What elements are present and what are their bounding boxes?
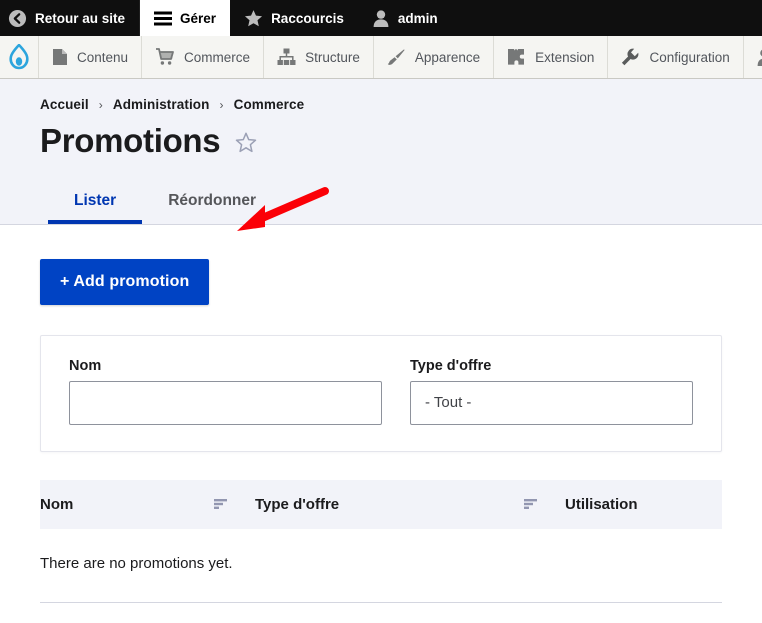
toolbar-item-label: Raccourcis: [271, 10, 344, 26]
toolbar-item-shortcuts[interactable]: Raccourcis: [230, 0, 358, 36]
puzzle-piece-icon: [507, 48, 526, 66]
admin-menu-item-contenu[interactable]: Contenu: [39, 36, 143, 78]
back-circle-icon: [8, 9, 27, 28]
admin-menu-item-structure[interactable]: Structure: [264, 36, 374, 78]
table-header-row: Nom Type d'offre Utilisation: [40, 479, 722, 529]
admin-menu-item-commerce[interactable]: Commerce: [142, 36, 265, 78]
breadcrumb: Accueil › Administration › Commerce: [40, 97, 722, 112]
column-header-type-doffre[interactable]: Type d'offre: [255, 480, 565, 529]
drupal-droplet-icon: [8, 44, 30, 70]
toolbar-item-manage[interactable]: Gérer: [140, 0, 231, 36]
admin-menu-item-label: Structure: [305, 49, 360, 65]
star-outline-icon[interactable]: [234, 126, 258, 155]
table-row-empty: There are no promotions yet.: [40, 528, 722, 603]
admin-menu-item-configuration[interactable]: Configuration: [608, 36, 744, 78]
admin-toolbar: Retour au site Gérer Raccourcis admin: [0, 0, 762, 36]
page-title: Promotions: [40, 122, 221, 159]
admin-menu-item-label: Contenu: [77, 49, 129, 65]
hamburger-icon: [154, 11, 173, 26]
column-header-label: Utilisation: [565, 495, 638, 513]
filter-field-name: Nom: [69, 358, 382, 425]
filter-offer-type-select[interactable]: - Tout -: [410, 380, 693, 425]
filter-offer-type-label: Type d'offre: [410, 357, 492, 374]
admin-menu-item-label: Apparence: [414, 49, 481, 65]
add-promotion-button[interactable]: + Add promotion: [40, 258, 210, 305]
sort-icon[interactable]: [524, 498, 537, 510]
admin-menu-item-label: Extension: [535, 49, 595, 65]
admin-menu-item-label: Commerce: [184, 49, 251, 65]
breadcrumb-separator: ›: [98, 97, 103, 112]
page-header: Accueil › Administration › Commerce Prom…: [0, 79, 762, 224]
table-body: There are no promotions yet.: [40, 528, 722, 603]
column-header-label: Nom: [40, 495, 74, 513]
breadcrumb-item-commerce[interactable]: Commerce: [234, 97, 305, 112]
breadcrumb-item-accueil[interactable]: Accueil: [40, 97, 89, 112]
filter-name-label: Nom: [69, 357, 102, 374]
toolbar-item-label: Gérer: [180, 10, 217, 26]
admin-menu-item-extension[interactable]: Extension: [494, 36, 609, 78]
people-icon: [757, 48, 762, 67]
shopping-cart-icon: [155, 48, 175, 66]
star-icon: [244, 9, 263, 28]
admin-menu-item-apparence[interactable]: Apparence: [374, 36, 495, 78]
toolbar-item-back-to-site[interactable]: Retour au site: [0, 0, 141, 36]
sitemap-icon: [277, 48, 296, 66]
admin-menu-bar: Contenu Commerce Structure Apparence Ext…: [0, 36, 762, 79]
filter-offer-type-value: - Tout -: [425, 394, 472, 412]
filter-name-input[interactable]: [69, 380, 382, 425]
tab-lister[interactable]: Lister: [48, 184, 143, 224]
breadcrumb-item-administration[interactable]: Administration: [113, 97, 210, 112]
tab-reordonner[interactable]: Réordonner: [142, 184, 282, 224]
page-tabs: Lister Réordonner: [40, 184, 722, 224]
drupal-logo[interactable]: [0, 36, 39, 78]
table-empty-message: There are no promotions yet.: [40, 528, 722, 603]
admin-menu-item-people[interactable]: [744, 36, 762, 78]
breadcrumb-separator: ›: [219, 97, 224, 112]
user-icon: [372, 9, 390, 28]
tab-label: Lister: [74, 191, 117, 209]
table-header: Nom Type d'offre Utilisation: [40, 479, 722, 529]
toolbar-item-label: admin: [397, 10, 438, 26]
tab-label: Réordonner: [168, 191, 257, 209]
sort-icon[interactable]: [214, 498, 227, 510]
toolbar-item-user-account[interactable]: admin: [358, 0, 452, 36]
action-row: + Add promotion: [40, 186, 722, 305]
filter-panel: Nom Type d'offre - Tout -: [40, 334, 722, 452]
column-header-nom[interactable]: Nom: [40, 480, 255, 529]
filter-field-offer-type: Type d'offre - Tout -: [410, 358, 693, 425]
title-row: Promotions: [40, 122, 722, 160]
column-header-utilisation: Utilisation: [565, 480, 722, 529]
toolbar-item-label: Retour au site: [35, 10, 126, 26]
main-content: + Add promotion Nom Type d'offre - Tout …: [0, 186, 762, 603]
column-header-label: Type d'offre: [255, 495, 340, 513]
paintbrush-icon: [387, 48, 406, 66]
document-icon: [52, 48, 68, 66]
wrench-icon: [621, 48, 640, 66]
promotions-table: Nom Type d'offre Utilisation There are n…: [40, 479, 722, 603]
admin-menu-item-label: Configuration: [649, 49, 730, 65]
